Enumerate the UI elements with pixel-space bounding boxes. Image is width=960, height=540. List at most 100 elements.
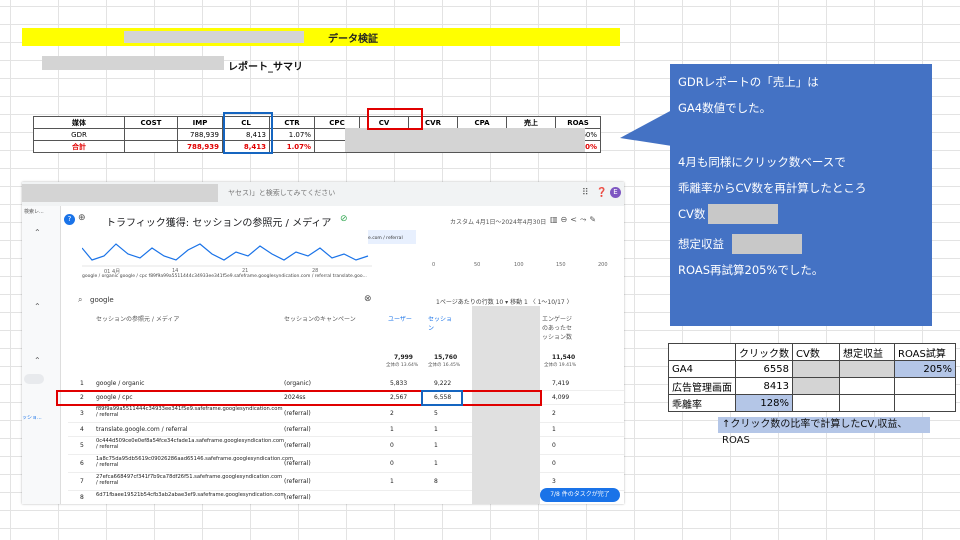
table-row[interactable]: 7 27efca668497cf341f7b9ca78df26f51.safef… xyxy=(68,474,624,491)
col-header-sessions[interactable]: セッション xyxy=(428,314,456,332)
col-header-campaign[interactable]: セッションのキャンペーン xyxy=(284,314,356,323)
table-search-input[interactable]: google xyxy=(90,296,114,304)
row-users: 5,833 xyxy=(390,380,408,387)
date-range[interactable]: カスタム 4月1日～2024年4月30日 xyxy=(450,217,546,226)
callout-line: 想定収益 xyxy=(678,237,724,251)
bar-tick-label: 200 xyxy=(598,262,608,268)
ratio-value: 128% xyxy=(735,394,793,412)
column-header: ROAS xyxy=(555,116,601,129)
col-header-source[interactable]: セッションの参照元 / メディア xyxy=(96,314,179,323)
cv-value-redacted xyxy=(792,377,840,395)
row-label: 広告管理画面 xyxy=(668,377,736,395)
row-users: 0 xyxy=(390,442,394,449)
row-source[interactable]: translate.google.com / referral xyxy=(96,426,188,433)
callout-line: 4月も同様にクリック数ベースで xyxy=(678,155,846,169)
row-source[interactable]: 6d71fbaee19521b54cfb3ab2abae3ef9.safefra… xyxy=(96,492,285,498)
row-campaign: (organic) xyxy=(284,380,311,387)
row-campaign: (referral) xyxy=(284,494,311,501)
table-row[interactable]: 6 1a8c75da95db5619c09026286aad65146.safe… xyxy=(68,456,624,473)
table-row[interactable]: 5 0c444d509ce0e0ef8a54fce34cfade1a.safef… xyxy=(68,438,624,455)
roas-value xyxy=(894,394,956,412)
table-row: 乖離率 128% xyxy=(668,394,956,412)
row-number: 6 xyxy=(80,460,84,467)
row-engaged: 3 xyxy=(552,478,556,485)
chevron-up-icon[interactable]: ⌃ xyxy=(34,228,41,237)
task-progress-button[interactable]: 7/8 件のタスクが完了 xyxy=(540,488,620,502)
callout-line: GA4数値でした。 xyxy=(678,101,772,115)
row-sessions: 1 xyxy=(434,460,438,467)
cell-medium: 合計 xyxy=(33,140,125,153)
row-engaged: 7,419 xyxy=(552,380,570,387)
line-chart xyxy=(82,243,372,267)
click-value: 8413 xyxy=(735,377,793,395)
row-users: 0 xyxy=(390,460,394,467)
cell-cost xyxy=(124,140,178,153)
total-engaged: 11,540 xyxy=(552,354,576,361)
bar-label: e.com / referral xyxy=(368,236,403,241)
callout-line: 乖離率からCV数を再計算したところ xyxy=(678,181,867,195)
row-sessions: 9,222 xyxy=(434,380,452,387)
row-number: 3 xyxy=(80,410,84,417)
apps-icon[interactable]: ⠿ xyxy=(582,188,589,198)
total-users-pct: 全体の 13.64% xyxy=(386,363,419,368)
title-banner: データ検証 xyxy=(22,28,620,46)
cell-cost xyxy=(124,128,178,141)
calculation-note: ↑クリック数の比率で計算したCV,収益、ROAS xyxy=(718,417,930,446)
total-engaged-pct: 全体の 19.41% xyxy=(544,363,577,368)
callout-line: GDRレポートの「売上」は xyxy=(678,75,819,89)
column-header: 媒体 xyxy=(33,116,125,129)
row-source[interactable]: 0c444d509ce0e0ef8a54fce34cfade1a.safefra… xyxy=(96,438,284,450)
total-sessions: 15,760 xyxy=(434,354,458,361)
col-header-users[interactable]: ユーザー xyxy=(388,314,412,323)
row-engaged: 2 xyxy=(552,410,556,417)
row-source[interactable]: 27efca668497cf341f7b9ca78df26f51.safefra… xyxy=(96,474,282,486)
add-comparison-icon[interactable]: ⊕ xyxy=(78,213,86,223)
callout-line: CV数 xyxy=(678,207,706,221)
cv-highlight-box xyxy=(367,108,423,130)
cell-ctr: 1.07% xyxy=(269,140,315,153)
row-sessions: 5 xyxy=(434,410,438,417)
side-label: 検索レ... xyxy=(24,209,44,215)
chevron-up-icon[interactable]: ⌃ xyxy=(34,302,41,311)
cv-value xyxy=(792,394,840,412)
table-header-row: クリック数 CV数 想定収益 ROAS試算 xyxy=(668,343,956,361)
row-sessions: 1 xyxy=(434,426,438,433)
table-header-row: 媒体 COST IMP CL CTR CPC CV CVR CPA 売上 ROA… xyxy=(33,116,601,129)
row-source[interactable]: f89f9a99a5511444c34933ee341f5e9.safefram… xyxy=(96,406,283,418)
side-bottom-label[interactable]: ッショ... xyxy=(22,414,42,421)
ga-top-bar: ヤセス)」と検索してみてください ⠿ ❓ E xyxy=(22,182,624,206)
table-row[interactable]: 3 f89f9a99a5511444c34933ee341f5e9.safefr… xyxy=(68,406,624,423)
help-icon[interactable]: ❓ xyxy=(596,188,607,198)
row-users: 1 xyxy=(390,478,394,485)
callout-pointer xyxy=(620,110,672,146)
check-circle-icon[interactable]: ⊘ xyxy=(340,214,348,224)
ga4-report-panel: ヤセス)」と検索してみてください ⠿ ❓ E 検索レ... ⌃ ⌃ ⌃ ッショ.… xyxy=(22,182,624,504)
nav-pill[interactable] xyxy=(24,374,44,384)
pagination[interactable]: 1ページあたりの行数 10 ▾ 移動 1 〈 1〜10/17 〉 xyxy=(436,297,573,306)
table-row: GA4 6558 205% xyxy=(668,360,956,378)
column-header: ROAS試算 xyxy=(894,343,956,361)
row-source[interactable]: 1a8c75da95db5619c09026286aad65146.safefr… xyxy=(96,456,293,468)
toolbar-icons[interactable]: ▥⊖<⤳✎ xyxy=(550,215,599,225)
row-source[interactable]: google / organic xyxy=(96,380,144,387)
row-label: GA4 xyxy=(668,360,736,378)
avatar[interactable]: E xyxy=(610,187,621,198)
column-header: COST xyxy=(124,116,178,129)
search-hint[interactable]: ヤセス)」と検索してみてください xyxy=(228,188,335,198)
click-value: 6558 xyxy=(735,360,793,378)
redacted-block xyxy=(708,204,778,224)
column-header: CPC xyxy=(314,116,360,129)
sessions-highlight xyxy=(421,390,463,406)
chevron-up-icon[interactable]: ⌃ xyxy=(34,356,41,365)
revenue-value xyxy=(839,394,895,412)
ga-side-panel: 検索レ... ⌃ ⌃ ⌃ ッショ... xyxy=(22,206,61,504)
column-header: CPA xyxy=(457,116,507,129)
revenue-value-redacted xyxy=(839,360,895,378)
row-sessions: 8 xyxy=(434,478,438,485)
clear-search-icon[interactable]: ⊗ xyxy=(364,294,372,304)
table-row[interactable]: 4 translate.google.com / referral (refer… xyxy=(68,424,624,437)
bar-tick-label: 150 xyxy=(556,262,566,268)
revenue-value xyxy=(839,377,895,395)
column-header: CTR xyxy=(269,116,315,129)
col-header-engaged[interactable]: エンゲージのあったセッション数 xyxy=(542,314,574,341)
